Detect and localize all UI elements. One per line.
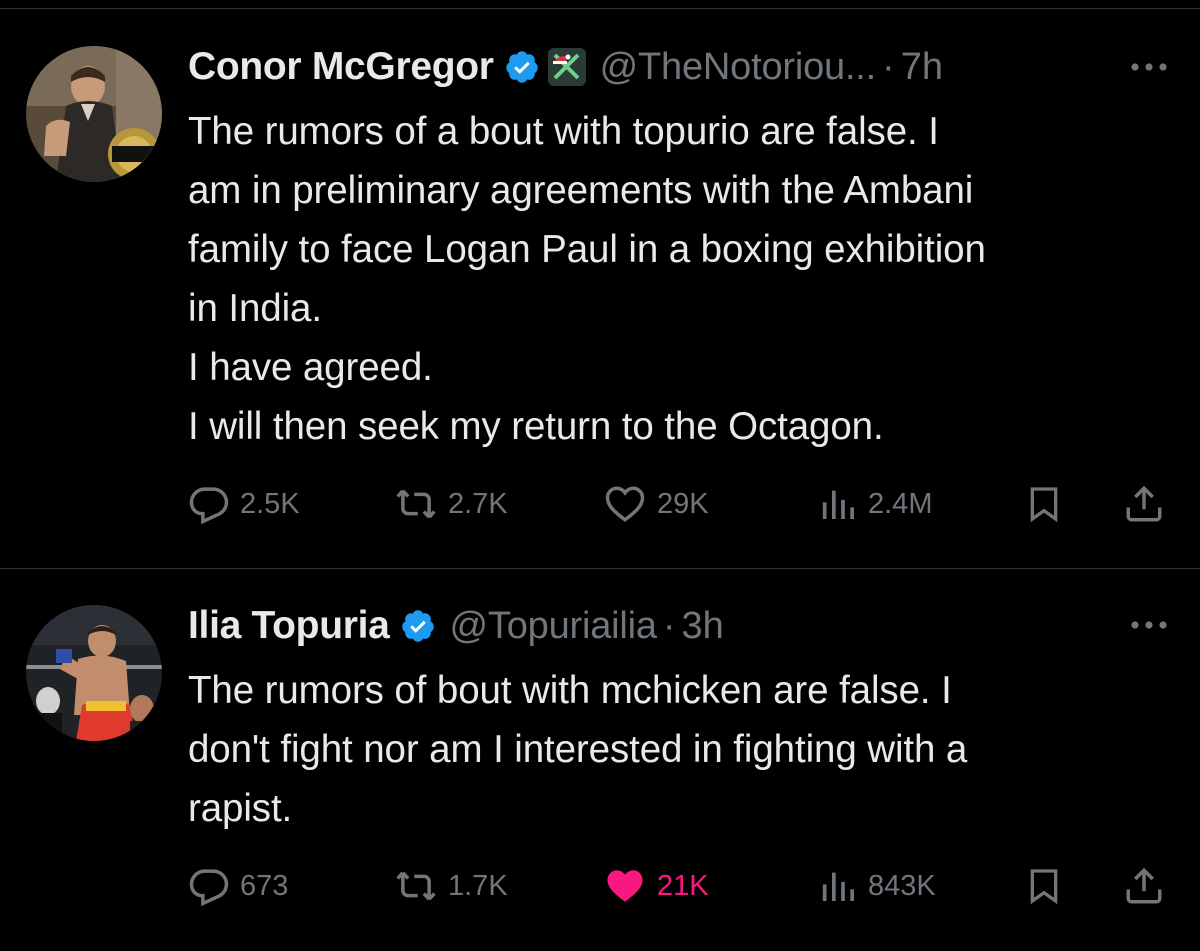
timestamp[interactable]: 3h xyxy=(681,605,723,648)
more-options-icon[interactable] xyxy=(1128,618,1170,632)
reply-icon xyxy=(188,483,230,525)
avatar[interactable] xyxy=(26,605,162,741)
bookmark-icon xyxy=(1024,482,1064,526)
share-icon xyxy=(1123,864,1165,908)
heart-filled-icon xyxy=(603,865,647,907)
reply-count: 2.5K xyxy=(240,487,300,520)
like-button[interactable]: 29K xyxy=(603,478,709,530)
reply-icon xyxy=(188,865,230,907)
repost-count: 1.7K xyxy=(448,869,508,902)
tweet-header: Ilia Topuria @Topuriailia · 3h xyxy=(188,601,724,651)
tweet-conor-mcgregor[interactable]: Conor McGregor @TheNotoriou... · 7h The … xyxy=(0,0,1200,568)
bookmark-button[interactable] xyxy=(1024,860,1064,912)
affiliate-badge-icon[interactable] xyxy=(547,48,586,86)
author-handle[interactable]: @TheNotoriou... xyxy=(600,46,877,89)
heart-icon xyxy=(603,483,647,525)
share-icon xyxy=(1123,482,1165,526)
avatar[interactable] xyxy=(26,46,162,182)
tweet-actions: 2.5K 2.7K 29K 2.4M xyxy=(188,478,1173,530)
views-count: 843K xyxy=(868,869,936,902)
timestamp[interactable]: 7h xyxy=(901,46,943,89)
separator: · xyxy=(662,604,676,647)
repost-icon xyxy=(394,865,438,907)
more-options-icon[interactable] xyxy=(1128,60,1170,74)
like-count: 29K xyxy=(657,487,709,520)
repost-icon xyxy=(394,483,438,525)
like-count: 21K xyxy=(657,869,709,902)
bookmark-icon xyxy=(1024,864,1064,908)
tweet-actions: 673 1.7K 21K 843K xyxy=(188,860,1173,912)
author-name[interactable]: Ilia Topuria xyxy=(188,604,390,648)
reply-button[interactable]: 2.5K xyxy=(188,478,300,530)
repost-button[interactable]: 2.7K xyxy=(394,478,508,530)
author-handle[interactable]: @Topuriailia xyxy=(450,605,657,648)
views-count: 2.4M xyxy=(868,487,933,520)
reply-button[interactable]: 673 xyxy=(188,860,288,912)
tweet-text: The rumors of bout with mchicken are fal… xyxy=(188,669,968,830)
tweet-text: The rumors of a bout with topurio are fa… xyxy=(188,110,986,448)
author-name[interactable]: Conor McGregor xyxy=(188,45,494,89)
verified-badge-icon[interactable] xyxy=(504,49,540,85)
share-button[interactable] xyxy=(1123,860,1165,912)
reply-count: 673 xyxy=(240,869,289,902)
repost-button[interactable]: 1.7K xyxy=(394,860,508,912)
like-button[interactable]: 21K xyxy=(603,860,709,912)
views-chart-icon xyxy=(818,865,858,907)
verified-badge-icon[interactable] xyxy=(400,608,436,644)
share-button[interactable] xyxy=(1123,478,1165,530)
views-chart-icon xyxy=(818,483,858,525)
tweet-ilia-topuria[interactable]: Ilia Topuria @Topuriailia · 3h The rumor… xyxy=(0,569,1200,951)
repost-count: 2.7K xyxy=(448,487,508,520)
views-button[interactable]: 843K xyxy=(818,860,936,912)
separator: · xyxy=(882,45,895,88)
views-button[interactable]: 2.4M xyxy=(818,478,932,530)
bookmark-button[interactable] xyxy=(1024,478,1064,530)
tweet-header: Conor McGregor @TheNotoriou... · 7h xyxy=(188,42,943,92)
